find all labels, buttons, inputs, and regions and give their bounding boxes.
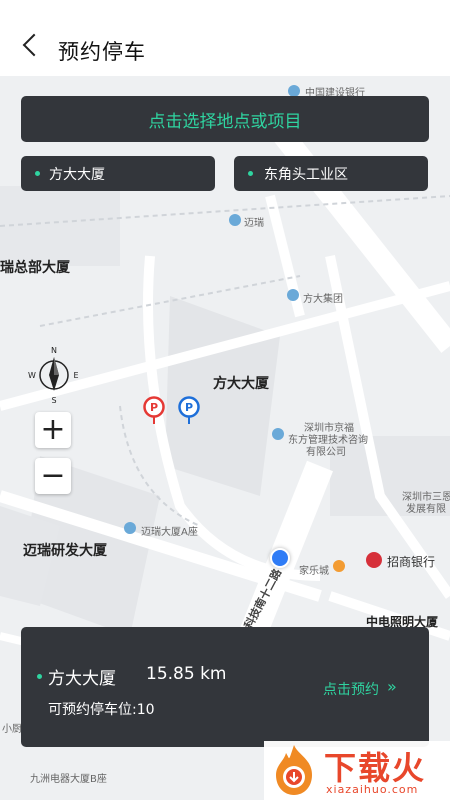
zoom-out-button[interactable]: − [35, 458, 71, 494]
mairui-a-poi-icon [124, 522, 136, 534]
book-button[interactable]: 点击预约 [323, 679, 379, 699]
consult-poi-icon [272, 428, 284, 440]
map-label-mairui-rd: 迈瑞研发大厦 [23, 543, 107, 559]
compass-e: E [73, 371, 78, 380]
zoom-in-button[interactable]: + [35, 412, 71, 448]
map-label-consult-3: 有限公司 [306, 447, 346, 458]
chip-dongjiaotou-label: 东角头工业区 [264, 166, 348, 183]
chip-fangda[interactable]: 方大大厦 [21, 156, 215, 191]
page-title: 预约停车 [58, 40, 146, 64]
header: 预约停车 [0, 0, 450, 76]
map-label-mairui: 迈瑞 [244, 218, 264, 229]
compass-icon[interactable]: N S E W [26, 345, 82, 405]
watermark: 下载火 xiazaihuo.com [264, 741, 450, 800]
map-label-fangda-building: 方大大厦 [213, 376, 269, 392]
parking-pin-blue-icon[interactable]: P [178, 396, 200, 426]
chip-dot [248, 171, 253, 176]
map-label-xiaoshe: 小厨 [2, 724, 22, 735]
parking-info-card: 方大大厦 15.85 km 可预约停车位:10 点击预约 » [21, 627, 429, 747]
compass-n: N [51, 346, 57, 355]
parking-distance: 15.85 km [146, 664, 227, 684]
parking-pin-red-icon[interactable]: P [143, 396, 165, 426]
pin-letter: P [185, 401, 193, 414]
compass-w: W [28, 371, 36, 380]
map-label-sanen-2: 发展有限 [406, 504, 446, 515]
chevron-right-icon[interactable]: » [387, 677, 397, 696]
pin-letter: P [150, 401, 158, 414]
map-label-mairui-a: 迈瑞大厦A座 [141, 527, 198, 538]
map-label-cmb: 招商银行 [387, 555, 436, 569]
current-location-icon [270, 548, 290, 568]
chip-dot [35, 171, 40, 176]
cmb-logo-icon [366, 552, 382, 568]
card-dot [37, 674, 42, 679]
map-label-jialecheng: 家乐城 [299, 566, 329, 577]
watermark-url: xiazaihuo.com [326, 783, 419, 796]
map-label-ruijie: 瑞总部大厦 [0, 260, 70, 276]
chip-dongjiaotou[interactable]: 东角头工业区 [234, 156, 428, 191]
mairui-poi-icon [229, 214, 241, 226]
parking-slots: 可预约停车位:10 [48, 702, 155, 718]
chip-fangda-label: 方大大厦 [49, 166, 105, 183]
flame-logo-icon [276, 745, 312, 795]
compass-s: S [51, 396, 56, 405]
back-arrow-icon[interactable] [22, 33, 46, 57]
food-poi-icon [333, 560, 345, 572]
select-location-button[interactable]: 点击选择地点或项目 [21, 96, 429, 142]
parking-name: 方大大厦 [48, 669, 116, 689]
fangda-group-poi-icon [287, 289, 299, 301]
map-label-jiuzhou: 九洲电器大厦B座 [30, 774, 107, 785]
map-label-fangda-group: 方大集团 [303, 294, 343, 305]
